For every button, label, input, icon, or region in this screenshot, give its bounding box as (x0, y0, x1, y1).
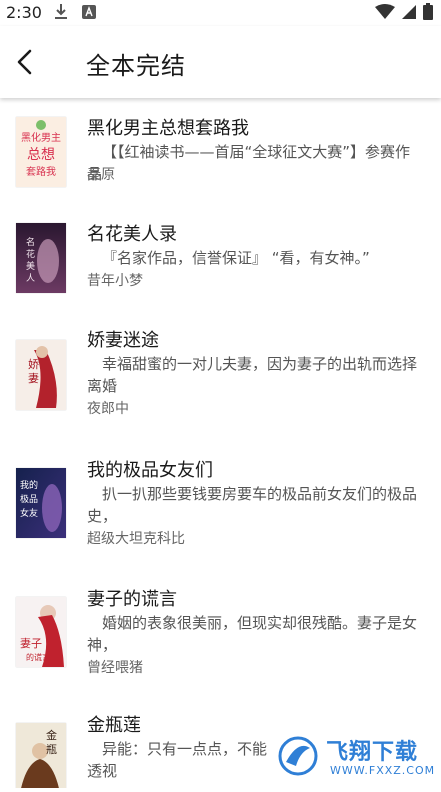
svg-text:套路我: 套路我 (26, 165, 56, 178)
cover-art: 名 花 美 人 (16, 223, 66, 293)
svg-text:金: 金 (46, 728, 57, 742)
svg-text:总想: 总想 (27, 147, 55, 163)
book-title: 金瓶莲 (87, 715, 141, 736)
book-item[interactable]: 黑化男主 总想 套路我 黑化男主总想套路我 【【红袖读书——首届“全球征文大赛”… (0, 114, 441, 224)
book-title: 娇妻迷途 (87, 330, 159, 351)
svg-text:极品: 极品 (20, 493, 38, 505)
wifi-icon (375, 3, 395, 19)
font-a-icon (82, 5, 96, 19)
chevron-left-icon (17, 49, 32, 75)
book-title: 名花美人录 (87, 224, 177, 245)
svg-text:名: 名 (26, 236, 35, 248)
book-author: 超级大坦克科比 (87, 531, 185, 547)
book-cover: 名 花 美 人 (16, 223, 66, 293)
svg-text:妻子: 妻子 (20, 637, 42, 650)
cover-art: 我的 极品 女友 (16, 468, 66, 538)
book-description: 幸福甜蜜的一对儿夫妻，因为妻子的出轨而选择离婚 (87, 355, 418, 395)
back-button[interactable] (8, 44, 42, 80)
book-item[interactable]: 名 花 美 人 名花美人录 『名家作品，信誉保证』 “看，有女神。” 昔年小梦 (0, 220, 441, 330)
status-icons (375, 3, 433, 20)
svg-text:黑化男主: 黑化男主 (21, 131, 61, 144)
cover-art: 黑化男主 总想 套路我 (16, 117, 66, 187)
battery-icon (423, 3, 433, 20)
svg-text:瓶: 瓶 (46, 742, 57, 756)
site-watermark: 飞翔下载 WWW.FXXZ.COM (270, 726, 440, 788)
svg-text:的谎言: 的谎言 (26, 652, 50, 662)
signal-icon (402, 4, 416, 19)
book-cover: 金 瓶 (16, 723, 66, 788)
watermark-brand: 飞翔下载 (326, 740, 419, 765)
book-item[interactable]: 我的 极品 女友 我的极品女友们 扒一扒那些要钱要房要车的极品前女友们的极品史，… (0, 456, 441, 566)
cover-art: 娇 妻 (16, 340, 66, 410)
download-icon (55, 4, 67, 19)
svg-text:花: 花 (26, 248, 35, 260)
book-description: 婚姻的表象很美丽，但现实却很残酷。妻子是女神， (87, 614, 418, 654)
book-description: 扒一扒那些要钱要房要车的极品前女友们的极品史， (87, 485, 418, 525)
svg-text:我的: 我的 (20, 479, 38, 491)
book-description: 『名家作品，信誉保证』 “看，有女神。” (102, 249, 370, 267)
svg-text:妻: 妻 (28, 372, 39, 385)
svg-text:娇: 娇 (28, 358, 39, 371)
book-cover: 娇 妻 (16, 340, 66, 410)
app-bar: 全本完结 (0, 26, 441, 98)
svg-text:人: 人 (26, 273, 35, 284)
book-author: 夜郎中 (87, 401, 129, 417)
book-title: 黑化男主总想套路我 (87, 118, 249, 139)
svg-text:女友: 女友 (20, 507, 38, 519)
book-title: 妻子的谎言 (87, 589, 177, 610)
book-author: 曾经喂猪 (87, 660, 143, 676)
status-time: 2:30 (6, 3, 42, 22)
book-item[interactable]: 妻子 的谎言 妻子的谎言 婚姻的表象很美丽，但现实却很残酷。妻子是女神， 曾经喂… (0, 585, 441, 695)
book-item[interactable]: 娇 妻 娇妻迷途 幸福甜蜜的一对儿夫妻，因为妻子的出轨而选择离婚 夜郎中 (0, 326, 441, 436)
cover-art: 妻子 的谎言 (16, 597, 66, 667)
book-list[interactable]: 黑化男主 总想 套路我 黑化男主总想套路我 【【红袖读书——首届“全球征文大赛”… (0, 98, 441, 788)
book-cover: 黑化男主 总想 套路我 (16, 117, 66, 187)
book-title: 我的极品女友们 (87, 460, 213, 481)
page-title: 全本完结 (86, 52, 186, 80)
watermark-url: WWW.FXXZ.COM (330, 764, 436, 777)
book-author: 昔年小梦 (87, 273, 143, 289)
cover-art: 金 瓶 (16, 723, 66, 788)
book-description: 【【红袖读书——首届“全球征文大赛”】参赛作品 (87, 143, 411, 183)
book-author: 秦原 (87, 167, 115, 183)
book-cover: 我的 极品 女友 (16, 468, 66, 538)
status-bar: 2:30 (0, 0, 441, 26)
book-cover: 妻子 的谎言 (16, 597, 66, 667)
svg-text:美: 美 (26, 260, 35, 272)
